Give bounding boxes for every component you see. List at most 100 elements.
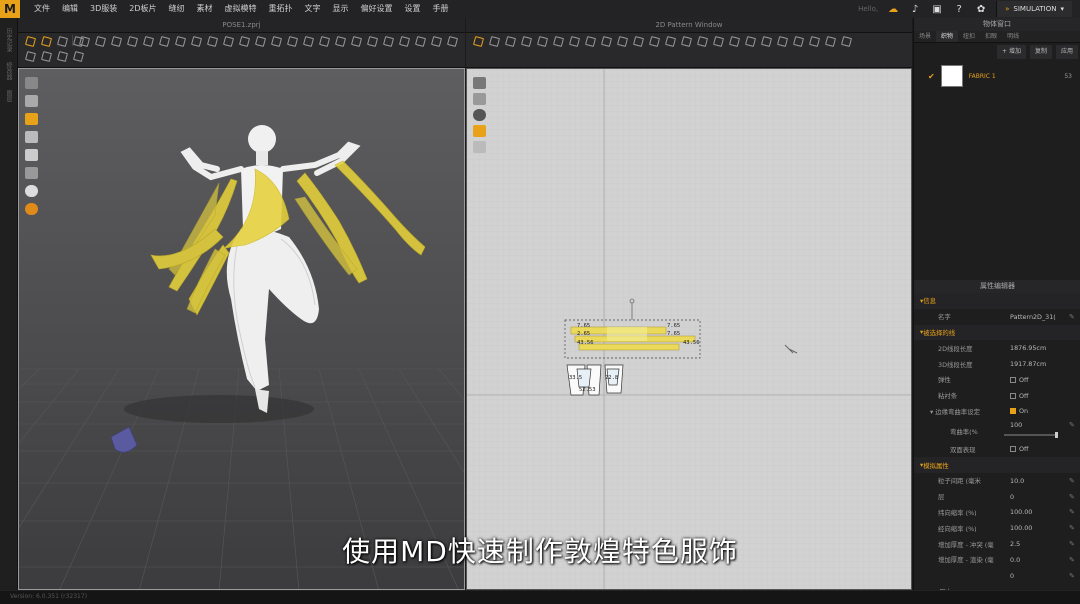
fold-arrange-icon[interactable]	[350, 35, 361, 46]
internal-line-icon[interactable]	[568, 35, 579, 46]
zipper-icon[interactable]	[254, 35, 265, 46]
menu-manual[interactable]: 手册	[427, 0, 455, 18]
ruler-icon[interactable]	[174, 35, 185, 46]
sidebar-history[interactable]: 历史记录	[4, 28, 13, 52]
wireframe-icon[interactable]	[25, 167, 38, 179]
hanger-icon[interactable]	[72, 50, 83, 61]
prop-value[interactable]: Pattern2D_31(	[1010, 313, 1069, 321]
menu-display[interactable]: 显示	[327, 0, 355, 18]
polygon-icon[interactable]	[520, 35, 531, 46]
menu-file[interactable]: 文件	[28, 0, 56, 18]
fabric-list-item[interactable]: ✔ FABRIC 1 53	[914, 63, 1080, 89]
check-sewing-icon[interactable]	[680, 35, 691, 46]
texture-pattern-icon[interactable]	[776, 35, 787, 46]
uv-icon[interactable]	[792, 35, 803, 46]
2d-display-icon[interactable]	[473, 77, 486, 89]
tape-icon[interactable]	[414, 35, 425, 46]
menu-edit[interactable]: 编辑	[56, 0, 84, 18]
menu-text[interactable]: 文字	[299, 0, 327, 18]
garment-display-icon[interactable]	[25, 95, 38, 107]
free-sewing-icon[interactable]	[664, 35, 675, 46]
2d-viewport[interactable]: 7.65 7.65 43.56 43.56 2.65 7.65 33.5 22.…	[466, 68, 912, 590]
sidebar-modifier[interactable]: 修改器	[4, 62, 13, 80]
grid-icon[interactable]	[616, 35, 627, 46]
segment-sew-icon[interactable]	[94, 35, 105, 46]
curvature-slider[interactable]	[1004, 432, 1058, 439]
section-info[interactable]: ▾ 信息	[914, 293, 1080, 309]
pose-icon[interactable]	[334, 35, 345, 46]
measure-icon[interactable]	[302, 35, 313, 46]
avatar-visibility-icon[interactable]	[25, 131, 38, 143]
pleat-icon[interactable]	[728, 35, 739, 46]
pin-icon[interactable]	[126, 35, 137, 46]
arrange-icon[interactable]	[286, 35, 297, 46]
section-selected-lines[interactable]: ▾ 被选择的线	[914, 324, 1080, 341]
cloud-icon[interactable]: ☁	[886, 2, 900, 16]
slider-handle[interactable]	[1055, 432, 1058, 439]
edit-icon[interactable]: ✎	[1069, 508, 1080, 516]
annotation-icon[interactable]	[808, 35, 819, 46]
community-icon[interactable]: ✿	[974, 2, 988, 16]
edit-icon[interactable]: ✎	[1069, 493, 1080, 501]
rotation-cone[interactable]	[110, 426, 138, 453]
menu-sewing[interactable]: 缝纫	[163, 0, 191, 18]
select-mesh-icon[interactable]	[40, 35, 51, 46]
edit-icon[interactable]: ✎	[1069, 477, 1080, 485]
tab-topstitch[interactable]: 明线	[1002, 31, 1024, 42]
elastic-checkbox[interactable]	[1010, 376, 1016, 383]
free-sew-icon[interactable]	[110, 35, 121, 46]
3d-viewport[interactable]	[18, 68, 465, 590]
curvature-checkbox[interactable]	[1010, 408, 1016, 415]
prop-value[interactable]: 100	[1010, 421, 1069, 429]
mode-selector[interactable]: » SIMULATION ▾	[996, 1, 1072, 17]
prop-value[interactable]: 100.00	[1010, 508, 1069, 516]
bond-checkbox[interactable]	[1010, 392, 1016, 399]
prop-value[interactable]: 0	[1010, 493, 1069, 501]
2d-texture-icon[interactable]	[473, 109, 486, 121]
trace-icon[interactable]	[600, 35, 611, 46]
fold-line-icon[interactable]	[712, 35, 723, 46]
menu-preferences[interactable]: 偏好设置	[355, 0, 399, 18]
circle-pattern-icon[interactable]	[552, 35, 563, 46]
circle-icon[interactable]	[24, 50, 35, 61]
edit-icon[interactable]: ✎	[1069, 313, 1080, 321]
add-button[interactable]: + 增加	[997, 45, 1026, 59]
avatar-tool-icon[interactable]	[270, 35, 281, 46]
dart-icon[interactable]	[584, 35, 595, 46]
menu-avatar[interactable]: 虚拟模特	[219, 0, 263, 18]
edit-point-icon[interactable]	[504, 35, 515, 46]
sidebar-layers[interactable]: 图层	[4, 90, 13, 102]
texture-icon[interactable]	[318, 35, 329, 46]
elastic-icon[interactable]	[744, 35, 755, 46]
button-tool-icon[interactable]	[238, 35, 249, 46]
puckering-icon[interactable]	[40, 50, 51, 61]
stitch-icon[interactable]	[206, 35, 217, 46]
edit-sewing-icon[interactable]	[696, 35, 707, 46]
sew-tool-icon[interactable]	[78, 35, 89, 46]
menu-retopology[interactable]: 重拓扑	[263, 0, 299, 18]
texture-display-icon[interactable]	[25, 113, 38, 125]
shrink-icon[interactable]	[382, 35, 393, 46]
tab-buttonhole[interactable]: 扣眼	[980, 31, 1002, 42]
strengthen-icon[interactable]	[366, 35, 377, 46]
hide-icon[interactable]	[840, 35, 851, 46]
trim-icon[interactable]	[222, 35, 233, 46]
sound-icon[interactable]: ♪	[908, 2, 922, 16]
camera-icon[interactable]	[25, 185, 38, 197]
prop-value[interactable]: 10.0	[1010, 477, 1069, 485]
menu-settings[interactable]: 设置	[399, 0, 427, 18]
double-sided-checkbox[interactable]	[1010, 446, 1016, 453]
shading-icon[interactable]	[25, 149, 38, 161]
menu-3d-garment[interactable]: 3D服装	[84, 0, 123, 18]
segment-sewing-icon[interactable]	[648, 35, 659, 46]
light-icon[interactable]	[25, 203, 38, 215]
2d-fabric-icon[interactable]	[473, 125, 486, 137]
menu-materials[interactable]: 素材	[191, 0, 219, 18]
2d-grid-toggle-icon[interactable]	[473, 93, 486, 105]
edit-icon[interactable]: ✎	[1069, 421, 1080, 429]
smooth-icon[interactable]	[398, 35, 409, 46]
tab-button[interactable]: 纽扣	[958, 31, 980, 42]
apply-button[interactable]: 应用	[1055, 45, 1078, 59]
steam-icon[interactable]	[56, 50, 67, 61]
edit-icon[interactable]: ✎	[1069, 572, 1080, 580]
